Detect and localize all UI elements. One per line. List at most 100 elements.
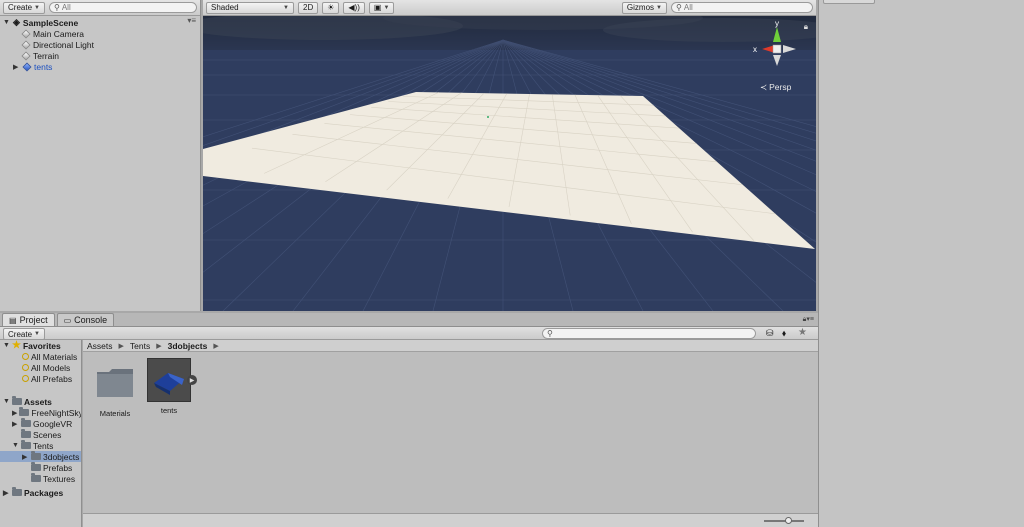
search-placeholder: All <box>683 3 693 12</box>
hierarchy-item-tents[interactable]: ▶ tents <box>13 61 52 72</box>
folder-icon <box>31 451 41 460</box>
favorite-star-icon[interactable]: ★ <box>798 327 807 338</box>
favorite-item-all-prefabs[interactable]: All Prefabs <box>0 373 81 384</box>
caret-down-icon: ▼ <box>34 4 40 11</box>
model-thumbnail: ▶ <box>147 358 197 402</box>
speaker-icon: ◀)) <box>348 3 360 12</box>
folder-tab-icon: ▤ <box>9 315 17 325</box>
folder-textures[interactable]: Textures <box>0 473 81 484</box>
gizmo-center-cube[interactable] <box>772 44 782 54</box>
folder-tents[interactable]: ▼ Tents <box>0 440 81 451</box>
asset-label: tents <box>160 406 178 415</box>
folder-freenightsky[interactable]: ▶ FreeNightSky <box>0 407 81 418</box>
play-preview-icon[interactable]: ▶ <box>187 375 197 385</box>
folder-googlevr[interactable]: ▶ GoogleVR <box>0 418 81 429</box>
item-label: Scenes <box>33 429 62 440</box>
tab-label: Project <box>19 315 48 325</box>
item-label: GoogleVR <box>33 418 73 429</box>
project-toolbar: Create ▼ ⚲ ⛁ ⬧ ★ <box>0 327 818 340</box>
tab-project[interactable]: ▤ Project <box>2 313 55 326</box>
assets-header[interactable]: ▼ Assets <box>0 396 81 407</box>
orientation-gizmo[interactable]: y x <box>748 18 808 73</box>
audio-toggle-button[interactable]: ◀)) <box>343 1 365 14</box>
tab-console[interactable]: ▭ Console <box>56 313 115 326</box>
filter-type-icon[interactable]: ⛁ <box>766 328 774 339</box>
item-label: 3dobjects <box>43 451 80 462</box>
hierarchy-item-terrain[interactable]: Terrain <box>21 50 59 61</box>
expand-triangle-icon[interactable]: ▶ <box>22 453 29 461</box>
breadcrumb-item[interactable]: 3dobjects <box>168 341 208 351</box>
toggle-2d-button[interactable]: 2D <box>298 1 319 14</box>
y-axis-cone[interactable] <box>773 27 781 42</box>
expand-triangle-icon: ▼ <box>3 19 10 26</box>
item-label: Prefabs <box>43 462 73 473</box>
folder-3dobjects[interactable]: ▶ 3dobjects <box>0 451 81 462</box>
neg-y-axis-cone[interactable] <box>773 55 781 66</box>
expand-triangle-icon[interactable]: ▶ <box>12 409 17 417</box>
inspector-tab[interactable] <box>823 0 875 4</box>
project-tab-bar: ▤ Project ▭ Console 🔒︎▾≡ <box>0 313 818 327</box>
persp-label: Persp <box>769 82 792 92</box>
project-folder-tree: ▼ ★ Favorites All Materials All Models A… <box>0 340 82 527</box>
scene-viewport[interactable] <box>203 0 816 311</box>
asset-label: Materials <box>99 409 131 418</box>
gameobject-icon <box>21 28 31 39</box>
saved-search-icon <box>22 375 29 382</box>
folder-prefabs[interactable]: Prefabs <box>0 462 81 473</box>
favorites-header[interactable]: ▼ ★ Favorites <box>0 340 81 351</box>
scene-root-item[interactable]: ▼ ◈ SampleScene <box>3 17 78 28</box>
filter-label-icon[interactable]: ⬧ <box>782 328 786 339</box>
gizmos-dropdown[interactable]: Gizmos ▼ <box>621 1 667 14</box>
tab-label: Console <box>74 315 108 325</box>
slider-handle[interactable] <box>785 517 792 524</box>
hierarchy-search-input[interactable]: ⚲ All <box>48 2 197 13</box>
toggle-2d-label: 2D <box>303 3 314 12</box>
item-label: Tents <box>33 440 54 451</box>
asset-item-tents[interactable]: ▶ tents <box>144 358 197 415</box>
sun-icon: ☀ <box>327 3 335 12</box>
project-search-input[interactable]: ⚲ <box>542 328 756 339</box>
item-label: All Materials <box>31 351 78 362</box>
tent-model-icon <box>154 373 184 395</box>
persp-toggle[interactable]: ≺ Persp <box>760 82 791 93</box>
lighting-toggle-button[interactable]: ☀ <box>322 1 340 14</box>
scene-menu-icon[interactable]: ▾≡ <box>187 16 196 25</box>
hierarchy-toolbar: Create ▼ ⚲ All <box>0 0 200 16</box>
expand-triangle-icon[interactable]: ▶ <box>13 63 20 71</box>
pivot-dot <box>487 116 489 118</box>
expand-triangle-icon[interactable]: ▶ <box>3 489 10 497</box>
breadcrumb-item[interactable]: Assets <box>87 341 113 351</box>
favorite-item-all-materials[interactable]: All Materials <box>0 351 81 362</box>
axis-y-label: y <box>775 19 779 28</box>
expand-triangle-icon[interactable]: ▼ <box>3 342 10 349</box>
scene-view[interactable]: Shaded ▼ 2D ☀ ◀)) ▣ ▼ Gizmos ▼ ⚲ All 🔒︎ <box>203 0 816 311</box>
asset-item-materials[interactable]: Materials <box>90 362 140 418</box>
breadcrumb-item[interactable]: Tents <box>130 341 150 351</box>
expand-triangle-icon[interactable]: ▶ <box>12 420 19 428</box>
inspector-panel <box>818 0 1024 527</box>
neg-x-axis-cone[interactable] <box>783 45 796 53</box>
hierarchy-create-button[interactable]: Create ▼ <box>3 1 45 14</box>
folder-icon <box>21 418 31 427</box>
effects-dropdown[interactable]: ▣ ▼ <box>368 1 395 14</box>
item-label: All Models <box>31 362 71 373</box>
scene-search-input[interactable]: ⚲ All <box>671 2 813 13</box>
hierarchy-item-directional-light[interactable]: Directional Light <box>21 39 94 50</box>
shading-mode-dropdown[interactable]: Shaded ▼ <box>206 1 294 14</box>
caret-down-icon: ▼ <box>383 4 390 11</box>
project-create-button[interactable]: Create ▼ <box>3 328 45 340</box>
project-asset-area: Assets ▶ Tents ▶ 3dobjects ▶ Materials ▶… <box>83 340 818 527</box>
search-placeholder: All <box>61 3 71 12</box>
search-icon: ⚲ <box>676 3 682 12</box>
folder-scenes[interactable]: Scenes <box>0 429 81 440</box>
chevron-right-icon: ▶ <box>213 342 219 350</box>
packages-header[interactable]: ▶ Packages <box>0 487 81 498</box>
folder-icon <box>21 429 31 438</box>
expand-triangle-icon[interactable]: ▼ <box>12 442 19 449</box>
favorite-item-all-models[interactable]: All Models <box>0 362 81 373</box>
thumbnail-size-slider[interactable] <box>764 520 804 522</box>
panel-lock-icon[interactable]: 🔒︎▾≡ <box>803 315 814 324</box>
expand-triangle-icon[interactable]: ▼ <box>3 398 10 405</box>
hierarchy-item-main-camera[interactable]: Main Camera <box>21 28 84 39</box>
packages-label: Packages <box>24 487 64 498</box>
